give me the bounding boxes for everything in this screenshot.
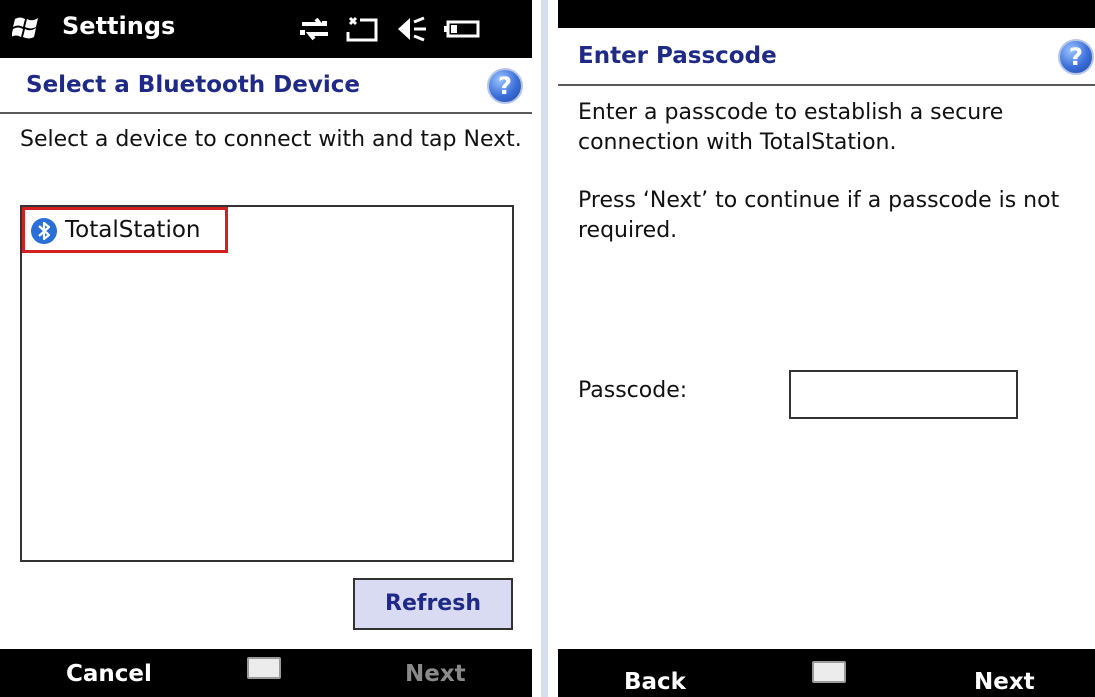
softkey-bar: Back Next bbox=[558, 649, 1095, 697]
bluetooth-device-screen: Settings Select a Bluetooth Device ? Sel… bbox=[0, 0, 532, 697]
passcode-instruction: Enter a passcode to establish a secure c… bbox=[578, 100, 1004, 155]
no-signal-icon[interactable] bbox=[346, 14, 380, 44]
screen-header: Enter Passcode ? bbox=[558, 28, 1095, 86]
device-label: TotalStation bbox=[65, 217, 201, 243]
softkey-bar: Cancel Next bbox=[0, 649, 532, 697]
divider-line bbox=[541, 0, 548, 697]
enter-passcode-screen: Enter Passcode ? Enter a passcode to est… bbox=[558, 0, 1095, 697]
screen-title: Enter Passcode bbox=[578, 43, 777, 69]
screen-header: Select a Bluetooth Device ? bbox=[0, 58, 532, 114]
keyboard-icon[interactable] bbox=[812, 661, 846, 683]
status-icons[interactable] bbox=[298, 12, 482, 46]
volume-icon[interactable] bbox=[394, 14, 428, 44]
connectivity-icon[interactable] bbox=[298, 14, 332, 44]
status-strip bbox=[558, 0, 1095, 28]
refresh-button[interactable]: Refresh bbox=[353, 578, 513, 630]
next-button[interactable]: Next bbox=[974, 669, 1035, 695]
app-title: Settings bbox=[62, 12, 176, 40]
title-bar: Settings bbox=[0, 0, 532, 58]
device-item-totalstation[interactable]: TotalStation bbox=[22, 207, 228, 253]
device-list[interactable]: TotalStation bbox=[20, 205, 514, 562]
bluetooth-icon bbox=[31, 218, 57, 244]
back-button[interactable]: Back bbox=[624, 669, 686, 695]
help-button[interactable]: ? bbox=[487, 68, 523, 104]
instruction-text: Select a device to connect with and tap … bbox=[20, 127, 522, 152]
passcode-label: Passcode: bbox=[578, 378, 688, 403]
screen-title: Select a Bluetooth Device bbox=[26, 72, 360, 98]
help-button[interactable]: ? bbox=[1058, 39, 1094, 75]
passcode-skip-note: Press ‘Next’ to continue if a passcode i… bbox=[578, 188, 1060, 243]
keyboard-icon[interactable] bbox=[247, 657, 281, 679]
next-button[interactable]: Next bbox=[405, 661, 466, 687]
windows-flag-icon[interactable] bbox=[11, 14, 42, 44]
passcode-input[interactable] bbox=[789, 370, 1018, 419]
cancel-button[interactable]: Cancel bbox=[66, 661, 152, 687]
battery-icon[interactable] bbox=[442, 14, 482, 44]
